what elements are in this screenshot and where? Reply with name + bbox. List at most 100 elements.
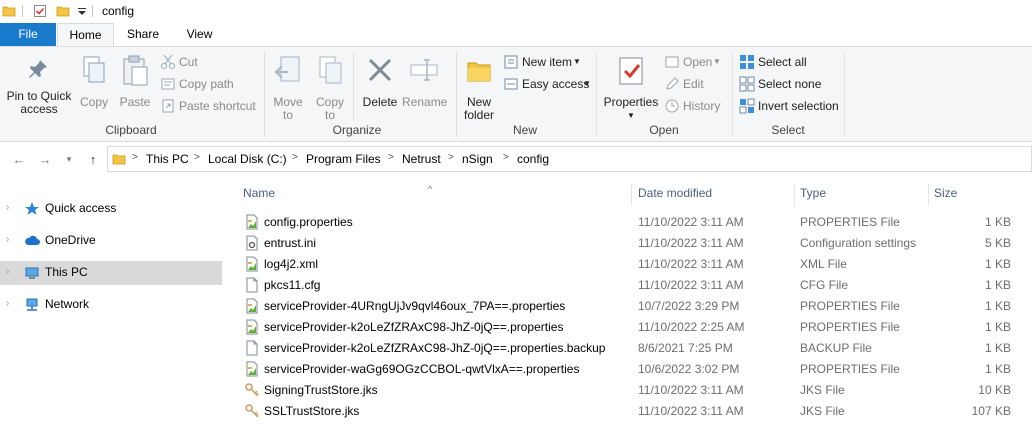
- nav-item-quick-access[interactable]: › Quick access: [0, 197, 222, 221]
- clipboard-group-label: Clipboard: [105, 123, 157, 137]
- breadcrumb-separator-icon: >: [292, 152, 298, 163]
- tab-home[interactable]: Home: [57, 23, 114, 46]
- edit-pencil-icon: [666, 77, 679, 90]
- address-bar[interactable]: > This PC > Local Disk (C:) > Program Fi…: [107, 146, 1032, 172]
- breadcrumb-local-disk[interactable]: Local Disk (C:): [208, 152, 287, 166]
- delete-label: Delete: [362, 95, 398, 109]
- nav-label: Quick access: [45, 201, 117, 215]
- recent-locations-chevron-icon[interactable]: ▾: [60, 150, 78, 168]
- tab-file[interactable]: File: [0, 23, 56, 46]
- file-name: config.properties: [264, 215, 353, 229]
- cut-label: Cut: [179, 55, 198, 69]
- organize-group-label: Organize: [332, 123, 382, 137]
- file-name: serviceProvider-waGg69OGzCCBOL-qwtVlxA==…: [264, 362, 580, 376]
- file-row[interactable]: log4j2.xml 11/10/2022 3:11 AM XML File 1 KB: [238, 254, 1032, 275]
- file-date-modified: 11/10/2022 3:11 AM: [638, 215, 744, 229]
- ribbon-home: Pin to Quick access Copy Paste Cut Copy …: [0, 46, 1032, 142]
- file-row[interactable]: serviceProvider-k2oLeZfZRAxC98-JhZ-0jQ==…: [238, 317, 1032, 338]
- copy-to-label-2: to: [324, 108, 335, 122]
- file-name: serviceProvider-k2oLeZfZRAxC98-JhZ-0jQ==…: [264, 341, 606, 355]
- expand-chevron-icon[interactable]: ›: [6, 234, 9, 245]
- copy-to-button[interactable]: Copy to: [310, 51, 350, 122]
- nav-item-onedrive[interactable]: › OneDrive: [0, 229, 222, 253]
- rename-button[interactable]: Rename: [402, 51, 448, 121]
- group-divider: [844, 51, 845, 137]
- tab-view[interactable]: View: [172, 23, 227, 46]
- properties-file-icon: [246, 361, 258, 377]
- column-header-size[interactable]: Size: [929, 184, 1021, 206]
- properties-check-icon: [619, 57, 643, 85]
- properties-button[interactable]: Properties ▼: [600, 51, 662, 121]
- paste-button[interactable]: Paste: [114, 51, 156, 121]
- computer-icon: [25, 267, 39, 279]
- properties-file-icon: [246, 214, 258, 230]
- file-row[interactable]: serviceProvider-k2oLeZfZRAxC98-JhZ-0jQ==…: [238, 338, 1032, 359]
- column-header-date-modified[interactable]: Date modified: [633, 184, 795, 206]
- chevron-down-icon: ▼: [583, 79, 591, 88]
- new-folder-button[interactable]: New folder: [458, 51, 500, 122]
- pin-icon: [29, 60, 47, 78]
- open-label: Open: [683, 55, 713, 69]
- breadcrumb-this-pc[interactable]: This PC: [146, 152, 189, 166]
- column-header-type[interactable]: Type: [795, 184, 929, 206]
- file-size: 5 KB: [984, 236, 1011, 250]
- network-icon: [26, 298, 38, 311]
- divider: [353, 51, 354, 121]
- nav-item-this-pc[interactable]: › This PC: [0, 261, 222, 285]
- customize-dropdown-icon[interactable]: [75, 4, 89, 18]
- rename-label: Rename: [402, 95, 448, 109]
- expand-chevron-icon[interactable]: ›: [6, 266, 9, 277]
- select-none-icon: [739, 76, 755, 92]
- copy-label: Copy: [79, 95, 108, 109]
- file-row[interactable]: config.properties 11/10/2022 3:11 AM PROPE…: [238, 212, 1032, 233]
- breadcrumb-config[interactable]: config: [517, 152, 549, 166]
- breadcrumb-nsign[interactable]: nSign: [462, 152, 493, 166]
- up-arrow-icon[interactable]: ↑: [84, 150, 102, 168]
- select-none-label: Select none: [758, 77, 822, 91]
- properties-label: Properties: [603, 95, 659, 109]
- file-name: entrust.ini: [264, 236, 317, 250]
- file-row[interactable]: serviceProvider-waGg69OGzCCBOL-qwtVlxA==…: [238, 359, 1032, 380]
- new-group-label: New: [512, 123, 537, 137]
- copy-button[interactable]: Copy: [76, 51, 112, 121]
- column-header-name[interactable]: ^ Name: [238, 184, 632, 206]
- forward-arrow-icon[interactable]: →: [36, 150, 54, 168]
- group-divider: [732, 51, 733, 137]
- pin-to-quick-access-button[interactable]: Pin to Quick access: [2, 51, 76, 121]
- keystore-file-icon: [245, 404, 259, 418]
- file-date-modified: 11/10/2022 3:11 AM: [638, 404, 744, 418]
- column-header-name-label: Name: [243, 186, 276, 200]
- pin-label-2: access: [20, 102, 58, 116]
- file-type: Configuration settings: [800, 236, 917, 250]
- file-date-modified: 10/7/2022 3:29 PM: [638, 299, 740, 313]
- file-type: BACKUP File: [800, 341, 872, 355]
- cloud-icon: [25, 235, 40, 245]
- move-to-button[interactable]: Move to: [268, 51, 308, 122]
- back-arrow-icon[interactable]: ←: [10, 150, 28, 168]
- expand-chevron-icon[interactable]: ›: [6, 298, 9, 309]
- file-row[interactable]: pkcs11.cfg 11/10/2022 3:11 AM CFG File 1 KB: [238, 275, 1032, 296]
- file-date-modified: 10/6/2022 3:02 PM: [638, 362, 740, 376]
- column-header-date-label: Date modified: [638, 186, 713, 200]
- new-folder-icon[interactable]: [56, 4, 70, 18]
- file-row[interactable]: entrust.ini 11/10/2022 3:11 AM Configurati…: [238, 233, 1032, 254]
- file-type: CFG File: [800, 278, 848, 292]
- file-row[interactable]: SSLTrustStore.jks 11/10/2022 3:11 AM JKS F…: [238, 401, 1032, 422]
- nav-label: Network: [45, 297, 90, 311]
- file-row[interactable]: serviceProvider-4URngUjJv9qvl46oux_7PA==…: [238, 296, 1032, 317]
- breadcrumb-netrust[interactable]: Netrust: [402, 152, 441, 166]
- properties-file-icon: [246, 256, 258, 272]
- new-folder-label-2: folder: [463, 108, 495, 122]
- expand-chevron-icon[interactable]: ›: [6, 202, 9, 213]
- tab-share[interactable]: Share: [117, 23, 169, 46]
- nav-item-network[interactable]: › Network: [0, 293, 222, 317]
- breadcrumb-program-files[interactable]: Program Files: [306, 152, 381, 166]
- easy-access-label: Easy access: [522, 77, 590, 91]
- breadcrumb-separator-icon: >: [194, 152, 200, 163]
- properties-check-icon[interactable]: [33, 4, 47, 18]
- column-header-type-label: Type: [800, 186, 827, 200]
- file-row[interactable]: SigningTrustStore.jks 11/10/2022 3:11 AM J…: [238, 380, 1032, 401]
- file-list: ^ Name Date modified Type Size config.pr…: [238, 180, 1032, 445]
- settings-file-icon: [246, 235, 258, 251]
- delete-button[interactable]: Delete: [358, 51, 402, 121]
